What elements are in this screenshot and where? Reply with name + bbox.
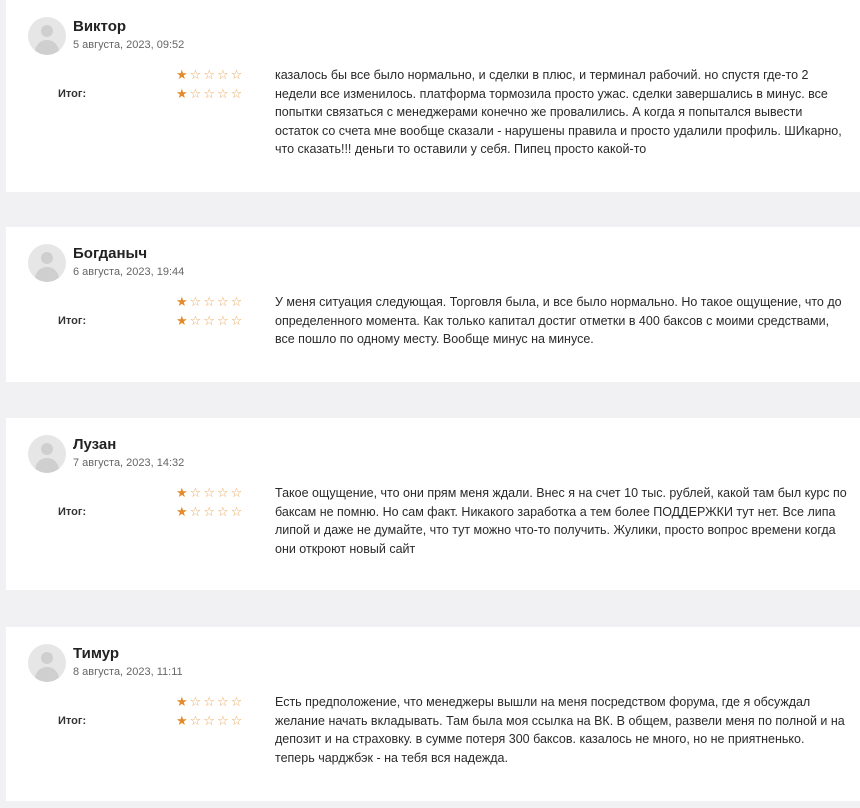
- star-empty-icon: ☆: [216, 504, 231, 519]
- avatar: [28, 435, 66, 473]
- star-empty-icon: ☆: [203, 504, 217, 519]
- reviewer-name: Лузан: [73, 436, 117, 453]
- rating-label: Итог:: [58, 315, 87, 327]
- review-card: Лузан 7 августа, 2023, 14:32 Итог: ★☆☆☆☆…: [6, 418, 860, 590]
- rating-label: Итог:: [58, 506, 87, 518]
- avatar: [28, 644, 66, 682]
- star-empty-icon: ☆: [216, 485, 231, 500]
- review-text: Такое ощущение, что они прям меня ждали.…: [275, 486, 847, 556]
- star-rating: ★☆☆☆☆: [176, 486, 244, 499]
- review-text: У меня ситуация следующая. Торговля была…: [275, 295, 842, 346]
- star-empty-icon: ☆: [230, 485, 245, 500]
- reviewer-name: Тимур: [73, 645, 120, 662]
- star-empty-icon: ☆: [203, 86, 217, 101]
- star-empty-icon: ☆: [216, 713, 231, 728]
- star-filled-icon: ★: [176, 67, 190, 82]
- star-filled-icon: ★: [176, 694, 190, 709]
- star-empty-icon: ☆: [189, 694, 204, 709]
- review-text: Есть предположение, что менеджеры вышли …: [275, 695, 845, 765]
- review-date: 7 августа, 2023, 14:32: [73, 457, 185, 469]
- star-rating: ★☆☆☆☆: [176, 295, 244, 308]
- star-filled-icon: ★: [176, 713, 190, 728]
- star-empty-icon: ☆: [216, 67, 231, 82]
- star-filled-icon: ★: [176, 504, 190, 519]
- star-empty-icon: ☆: [203, 694, 217, 709]
- review-card: Тимур 8 августа, 2023, 11:11 Итог: ★☆☆☆☆…: [6, 627, 860, 801]
- review-card: Виктор 5 августа, 2023, 09:52 Итог: ★☆☆☆…: [6, 0, 860, 192]
- star-empty-icon: ☆: [203, 294, 217, 309]
- star-empty-icon: ☆: [216, 86, 231, 101]
- star-empty-icon: ☆: [230, 294, 245, 309]
- review-card: Богданыч 6 августа, 2023, 19:44 Итог: ★☆…: [6, 227, 860, 382]
- star-empty-icon: ☆: [189, 67, 204, 82]
- star-rating: ★☆☆☆☆: [176, 314, 244, 327]
- star-empty-icon: ☆: [230, 313, 245, 328]
- star-filled-icon: ★: [176, 313, 190, 328]
- star-rating: ★☆☆☆☆: [176, 505, 244, 518]
- star-filled-icon: ★: [176, 294, 190, 309]
- star-empty-icon: ☆: [216, 313, 231, 328]
- review-date: 8 августа, 2023, 11:11: [73, 666, 183, 678]
- star-empty-icon: ☆: [189, 713, 204, 728]
- star-empty-icon: ☆: [203, 67, 217, 82]
- rating-label: Итог:: [58, 715, 87, 727]
- rating-label: Итог:: [58, 88, 87, 100]
- review-date: 5 августа, 2023, 09:52: [73, 39, 185, 51]
- review-date: 6 августа, 2023, 19:44: [73, 266, 185, 278]
- star-rating: ★☆☆☆☆: [176, 714, 244, 727]
- star-empty-icon: ☆: [203, 713, 217, 728]
- star-empty-icon: ☆: [189, 485, 204, 500]
- star-rating: ★☆☆☆☆: [176, 695, 244, 708]
- avatar: [28, 17, 66, 55]
- star-empty-icon: ☆: [203, 485, 217, 500]
- reviewer-name: Виктор: [73, 18, 127, 35]
- star-empty-icon: ☆: [189, 86, 204, 101]
- star-empty-icon: ☆: [189, 313, 204, 328]
- star-empty-icon: ☆: [230, 713, 245, 728]
- star-empty-icon: ☆: [230, 504, 245, 519]
- star-filled-icon: ★: [176, 485, 190, 500]
- reviewer-name: Богданыч: [73, 245, 148, 262]
- avatar: [28, 244, 66, 282]
- star-empty-icon: ☆: [203, 313, 217, 328]
- star-empty-icon: ☆: [189, 294, 204, 309]
- star-empty-icon: ☆: [216, 694, 231, 709]
- star-rating: ★☆☆☆☆: [176, 87, 244, 100]
- star-empty-icon: ☆: [230, 694, 245, 709]
- star-rating: ★☆☆☆☆: [176, 68, 244, 81]
- star-empty-icon: ☆: [230, 67, 245, 82]
- star-filled-icon: ★: [176, 86, 190, 101]
- review-text: казалось бы все было нормально, и сделки…: [275, 68, 842, 156]
- star-empty-icon: ☆: [189, 504, 204, 519]
- star-empty-icon: ☆: [230, 86, 245, 101]
- star-empty-icon: ☆: [216, 294, 231, 309]
